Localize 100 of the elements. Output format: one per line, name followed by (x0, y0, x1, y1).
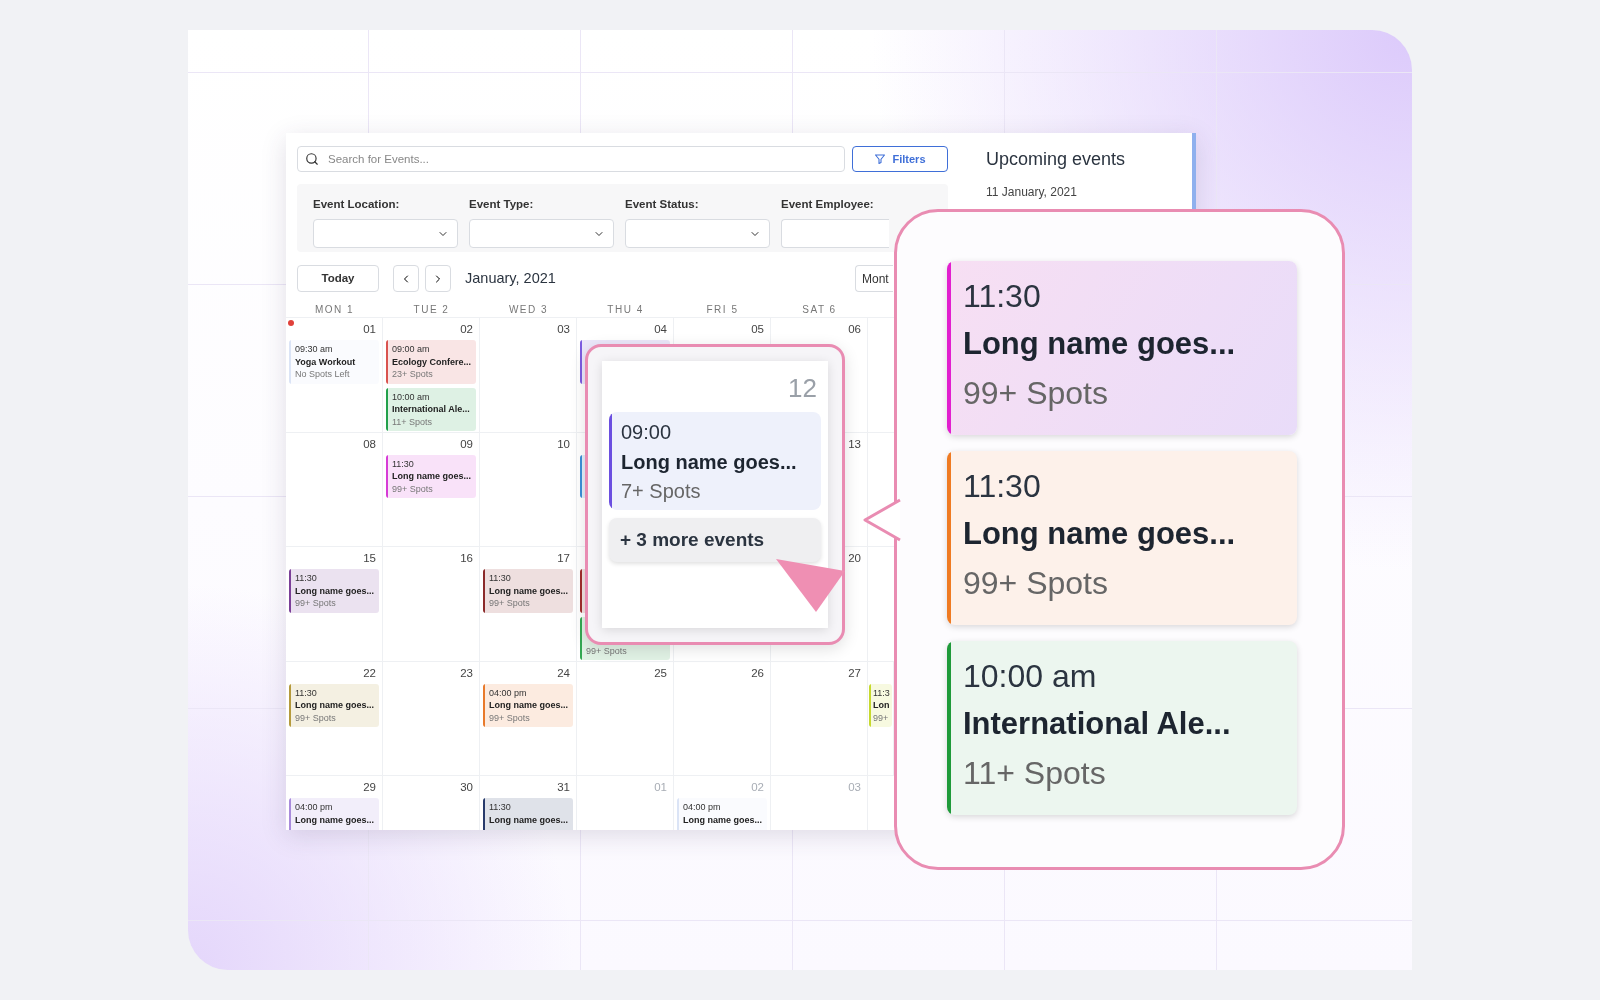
date-number: 22 (363, 665, 376, 681)
event-spots: 11+ Spots (963, 754, 1107, 793)
event-card[interactable]: 10:00 am International Ale... 11+ Spots (947, 641, 1297, 815)
next-button[interactable] (425, 265, 451, 292)
event-card[interactable]: 11:30 Long name goes... 99+ Spots (947, 451, 1297, 625)
event-spots: 99+ (873, 712, 889, 723)
event-card[interactable]: 11:30 Long name goes... 99+ Spots (386, 454, 476, 498)
event-card[interactable]: 04:00 pm Long name goes... 99+ Spots (483, 683, 573, 727)
weekday-header: TUE 2 (413, 303, 450, 317)
event-spots: 99+ Spots (489, 712, 530, 723)
event-time: 11:30 (392, 458, 414, 469)
date-number: 05 (751, 322, 764, 337)
filter-icon (874, 153, 887, 165)
previous-button[interactable] (393, 265, 419, 292)
date-number: 29 (363, 780, 376, 795)
search-field[interactable]: Search for Events... (297, 146, 845, 172)
date-number: 23 (460, 665, 473, 681)
event-time: 04:00 pm (683, 802, 721, 812)
event-time: 11:30 (295, 573, 317, 583)
event-time: 11:3 (873, 687, 890, 698)
event-title: Long name goes... (963, 515, 1236, 553)
date-number: 16 (460, 551, 473, 566)
event-card[interactable]: 11:30 Long name goes... 99+ Spots (947, 261, 1297, 435)
more-events-button[interactable]: + 3 more events (609, 518, 821, 562)
date-number: 04 (654, 322, 667, 337)
date-number: 26 (751, 665, 764, 681)
filters-button[interactable]: Filters (852, 146, 948, 172)
date-number: 20 (848, 551, 861, 566)
event-title: Long name goes... (963, 325, 1236, 363)
popup-date: 12 (788, 372, 817, 405)
event-time: 10:00 am (963, 657, 1098, 696)
event-spots: 11+ Spots (392, 416, 433, 427)
event-card[interactable]: 09:30 am Yoga Workout No Spots Left (289, 340, 379, 384)
date-number: 25 (654, 665, 667, 681)
event-time: 10:00 am (392, 391, 430, 402)
event-card[interactable]: 10:00 am International Ale... 11+ Spots (386, 387, 476, 431)
date-number: 13 (848, 436, 861, 452)
event-card[interactable]: 11:30 Long name goes... 99+ Spots (483, 569, 573, 613)
event-spots: 99+ Spots (586, 645, 627, 656)
date-number: 10 (557, 436, 570, 452)
event-title: Long name goes... (489, 814, 568, 825)
month-title: January, 2021 (465, 268, 556, 288)
date-number: 15 (363, 551, 376, 566)
filter-label: Event Employee: (781, 197, 875, 212)
event-time: 11:30 (489, 573, 511, 583)
filter-label: Event Type: (469, 197, 535, 212)
date-number: 17 (557, 551, 570, 566)
event-spots: 7+ Spots (621, 479, 702, 504)
event-time: 04:00 pm (489, 687, 527, 698)
filter-select[interactable] (313, 219, 458, 249)
event-card[interactable]: 04:00 pm Long name goes... (289, 798, 379, 830)
event-time: 11:30 (963, 467, 1042, 506)
date-number: 01 (363, 322, 376, 337)
date-number: 08 (363, 436, 376, 452)
weekday-header: WED 3 (508, 303, 549, 317)
event-time: 09:00 am (392, 344, 430, 354)
date-number: 01 (654, 780, 667, 795)
event-card[interactable]: 11:3 Lon 99+ (869, 683, 892, 727)
event-card[interactable]: 11:30 Long name goes... (483, 798, 573, 830)
event-card[interactable]: 04:00 pm Long name goes... (677, 798, 767, 830)
popup-event-card[interactable]: 09:00 Long name goes... 7+ Spots (609, 412, 821, 510)
filter-label: Event Status: (625, 197, 700, 212)
event-card[interactable]: 09:00 am Ecology Confere... 23+ Spots (386, 340, 476, 384)
date-number: 03 (557, 322, 570, 337)
date-number: 02 (751, 780, 764, 795)
view-button[interactable]: Mont (855, 265, 893, 292)
upcoming-date: 11 January, 2021 (986, 184, 1078, 201)
event-title: Long name goes... (295, 814, 374, 825)
event-title: Lon (873, 700, 890, 710)
event-spots: 99+ Spots (963, 374, 1109, 413)
filter-select[interactable] (625, 219, 770, 249)
event-spots: 99+ Spots (963, 564, 1109, 603)
date-number: 02 (460, 322, 473, 337)
date-number: 09 (460, 436, 473, 452)
filter-select[interactable] (469, 219, 614, 249)
filter-select[interactable] (781, 219, 889, 249)
event-title: Long name goes... (295, 585, 374, 596)
date-number: 31 (557, 780, 570, 795)
weekday-header: THU 4 (607, 303, 644, 317)
event-time: 04:00 pm (295, 802, 333, 812)
event-title: Yoga Workout (295, 356, 356, 367)
event-card[interactable]: 11:30 Long name goes... 99+ Spots (289, 683, 379, 727)
event-card[interactable]: 11:30 Long name goes... 99+ Spots (289, 569, 379, 613)
event-title: Long name goes... (392, 471, 471, 481)
event-title: Ecology Confere... (392, 356, 471, 367)
event-spots: 99+ Spots (295, 598, 336, 608)
date-number: 27 (848, 665, 861, 681)
event-time: 09:00 (621, 420, 673, 445)
event-time: 11:30 (295, 687, 317, 698)
date-number: 03 (848, 780, 861, 795)
event-spots: 99+ Spots (489, 598, 530, 608)
event-time: 09:30 am (295, 344, 333, 354)
filter-label: Event Location: (313, 197, 401, 212)
weekday-header: FRI 5 (706, 303, 739, 317)
event-title: Long name goes... (295, 700, 374, 710)
date-number: 24 (557, 665, 570, 681)
event-spots: No Spots Left (295, 369, 350, 379)
event-title: Long name goes... (621, 450, 797, 475)
today-button[interactable]: Today (297, 265, 379, 292)
weekday-header: MON 1 (314, 303, 355, 317)
